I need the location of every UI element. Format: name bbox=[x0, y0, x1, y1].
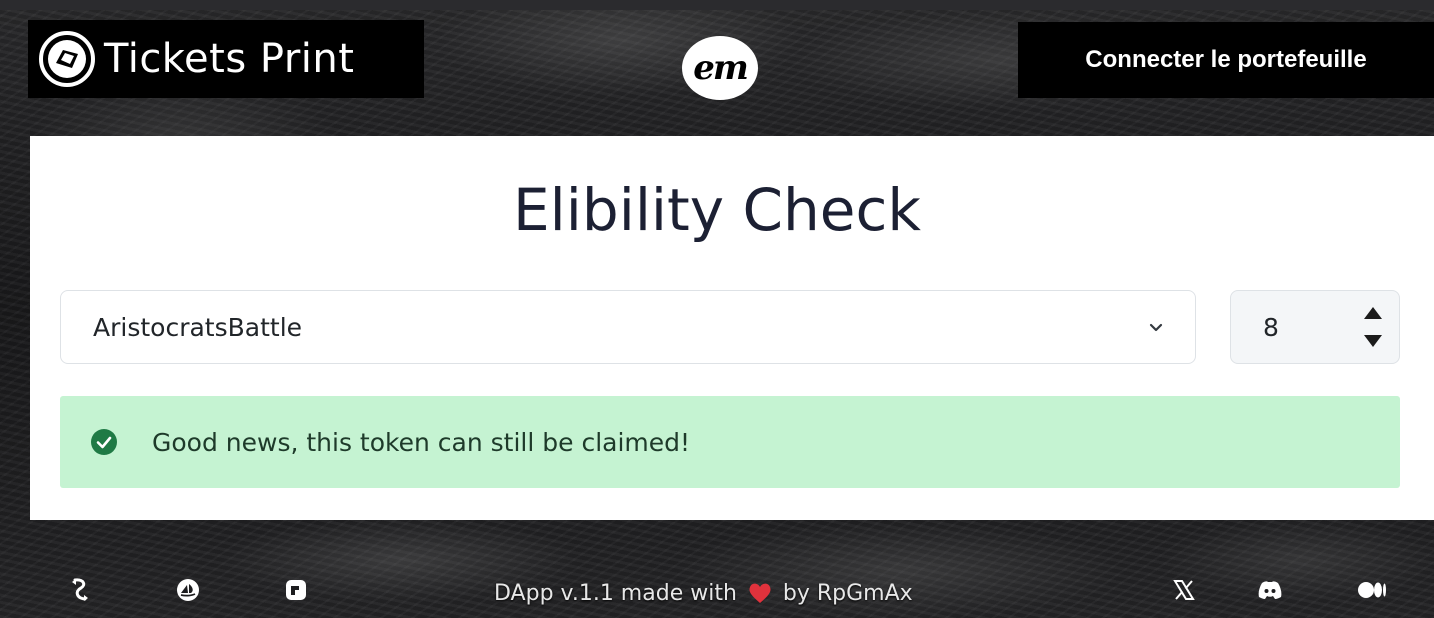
brand-logo-block[interactable]: Tickets Print bbox=[28, 20, 424, 98]
opensea-icon[interactable] bbox=[166, 568, 210, 612]
swap-icon[interactable] bbox=[58, 568, 102, 612]
check-circle-icon bbox=[90, 428, 118, 456]
collection-select[interactable]: AristocratsBattle bbox=[60, 290, 1196, 364]
collection-select-value: AristocratsBattle bbox=[93, 312, 303, 342]
decrement-arrow-icon[interactable] bbox=[1362, 332, 1384, 350]
heart-icon bbox=[747, 581, 773, 605]
token-id-input[interactable]: 8 bbox=[1230, 290, 1400, 364]
number-spinner bbox=[1353, 297, 1393, 357]
footer-text-prefix: DApp v.1.1 made with bbox=[494, 580, 737, 606]
discord-icon[interactable] bbox=[1248, 568, 1292, 612]
x-twitter-icon[interactable] bbox=[1162, 568, 1206, 612]
footer-text-suffix: by RpGmAx bbox=[782, 580, 913, 606]
chevron-down-icon bbox=[1147, 318, 1165, 336]
marketplace-icon[interactable] bbox=[274, 568, 318, 612]
em-logo-text: em bbox=[693, 48, 749, 88]
connect-wallet-button[interactable]: Connecter le portefeuille bbox=[1018, 22, 1434, 98]
success-alert: Good news, this token can still be claim… bbox=[60, 396, 1400, 488]
alert-message: Good news, this token can still be claim… bbox=[152, 427, 691, 457]
footer-credits: DApp v.1.1 made with by RpGmAx bbox=[494, 576, 913, 610]
medium-icon[interactable] bbox=[1350, 568, 1394, 612]
token-id-value: 8 bbox=[1263, 312, 1279, 342]
top-frame bbox=[0, 0, 1434, 10]
increment-arrow-icon[interactable] bbox=[1362, 304, 1384, 322]
ticket-badge-icon bbox=[36, 28, 98, 90]
brand-title: Tickets Print bbox=[104, 36, 355, 82]
em-logo[interactable]: em bbox=[682, 36, 758, 100]
page-title: Elibility Check bbox=[513, 176, 921, 244]
